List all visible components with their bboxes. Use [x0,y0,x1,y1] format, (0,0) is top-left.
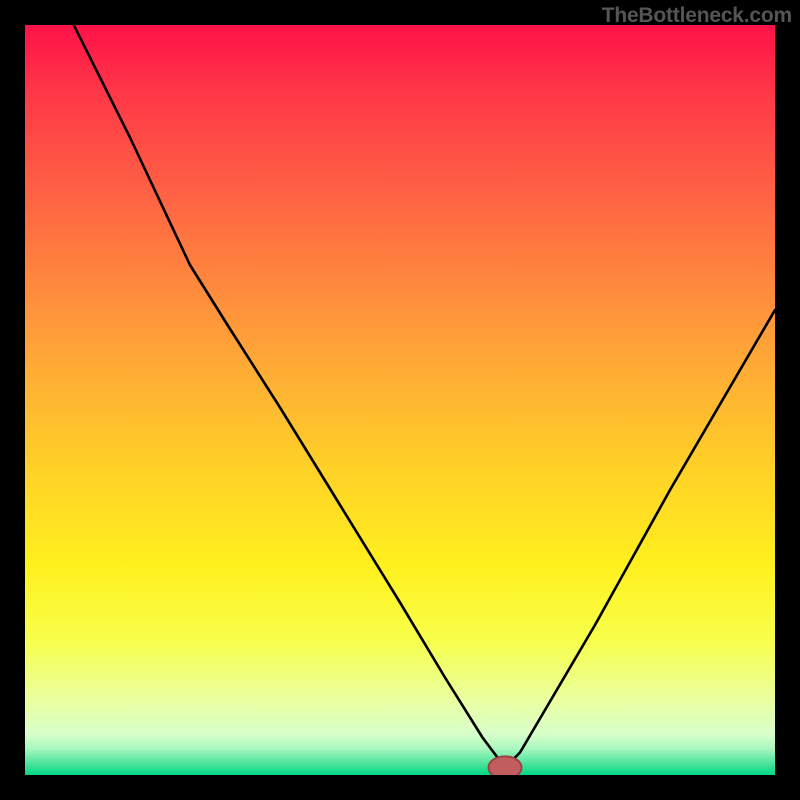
watermark-text: TheBottleneck.com [602,4,792,28]
minimum-marker [489,756,522,775]
chart-plot [25,25,775,775]
chart-frame: TheBottleneck.com [0,0,800,800]
chart-svg [25,25,775,775]
gradient-background [25,25,775,775]
